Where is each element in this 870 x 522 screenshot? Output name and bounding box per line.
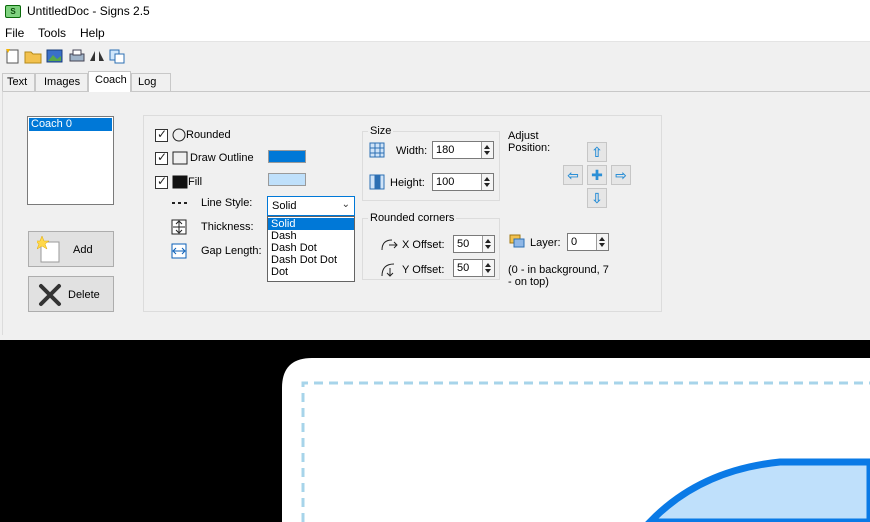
canvas-drawing [282, 358, 870, 522]
menu-file[interactable]: File [5, 26, 24, 40]
window-title: UntitledDoc - Signs 2.5 [27, 4, 150, 18]
toolbar [0, 43, 870, 71]
filled-rectangle-icon [172, 175, 188, 192]
arrow-down-icon: ⇩ [591, 190, 603, 206]
dropdown-option-solid[interactable]: Solid [268, 218, 354, 230]
gap-length-label: Gap Length: [201, 245, 262, 257]
delete-icon [38, 283, 62, 310]
rounded-checkbox[interactable] [155, 127, 168, 142]
dropdown-option-dash-dot[interactable]: Dash Dot [268, 242, 354, 254]
line-style-value: Solid [272, 200, 297, 212]
delete-button[interactable]: Delete [28, 276, 114, 312]
draw-outline-label: Draw Outline [190, 152, 254, 164]
layer-value: 0 [571, 236, 578, 248]
copy-icon[interactable] [108, 47, 126, 65]
center-button[interactable]: ✚ [587, 165, 607, 185]
x-offset-value: 50 [457, 238, 470, 250]
tab-images[interactable]: Images [35, 73, 88, 91]
move-up-button[interactable]: ⇧ [587, 142, 607, 162]
center-plus-icon: ✚ [591, 167, 603, 183]
size-group-title: Size [368, 125, 394, 137]
grid-height-icon [369, 174, 385, 193]
add-button-label: Add [73, 244, 93, 256]
print-icon[interactable] [68, 47, 86, 65]
new-file-icon[interactable] [4, 47, 22, 65]
height-stepper[interactable]: 100 [432, 173, 494, 191]
y-offset-label: Y Offset: [402, 264, 445, 276]
width-label: Width: [396, 145, 428, 157]
rounded-label: Rounded [186, 129, 231, 141]
list-item[interactable]: Coach 0 [29, 118, 112, 131]
thickness-icon [171, 219, 187, 238]
move-left-button[interactable]: ⇦ [563, 165, 583, 185]
add-icon [34, 235, 63, 266]
dashed-line-icon [171, 196, 187, 213]
app-icon: S [5, 5, 21, 18]
y-offset-icon [380, 260, 400, 281]
x-offset-stepper[interactable]: 50 [453, 235, 495, 253]
gap-length-icon [171, 243, 187, 262]
chevron-down-icon[interactable]: ⌄ [342, 199, 350, 210]
mirror-icon[interactable] [88, 47, 106, 65]
y-offset-spin-buttons[interactable] [482, 260, 494, 276]
menu-bar [0, 22, 870, 42]
grid-width-icon [369, 142, 385, 161]
layer-hint: (0 - in background, 7 - on top) [508, 264, 609, 288]
x-offset-icon [380, 236, 400, 255]
line-style-select[interactable]: Solid ⌄ [267, 196, 355, 216]
outline-color-swatch[interactable] [268, 150, 306, 163]
move-right-button[interactable]: ⇨ [611, 165, 631, 185]
open-folder-icon[interactable] [24, 47, 42, 65]
width-stepper[interactable]: 180 [432, 141, 494, 159]
dropdown-option-dash-dot-dot[interactable]: Dash Dot Dot [268, 254, 354, 266]
tab-text[interactable]: Text [2, 73, 35, 91]
dropdown-option-dot[interactable]: Dot [268, 266, 354, 278]
thickness-label: Thickness: [201, 221, 254, 233]
arrow-right-icon: ⇨ [615, 167, 627, 183]
rounded-corners-title: Rounded corners [368, 212, 457, 224]
draw-outline-checkbox[interactable] [155, 150, 168, 165]
x-offset-label: X Offset: [402, 239, 445, 251]
layer-label: Layer: [530, 237, 561, 249]
tab-log[interactable]: Log [131, 73, 171, 91]
menu-help[interactable]: Help [80, 26, 105, 40]
height-spin-buttons[interactable] [481, 174, 493, 190]
height-label: Height: [390, 177, 425, 189]
layer-stepper[interactable]: 0 [567, 233, 609, 251]
rectangle-outline-icon [172, 151, 188, 168]
circle-icon [172, 128, 186, 145]
y-offset-stepper[interactable]: 50 [453, 259, 495, 277]
fill-color-swatch[interactable] [268, 173, 306, 186]
dropdown-option-dash[interactable]: Dash [268, 230, 354, 242]
adjust-position-label: Adjust Position: [508, 130, 551, 154]
x-offset-spin-buttons[interactable] [482, 236, 494, 252]
image-icon[interactable] [46, 47, 64, 65]
width-spin-buttons[interactable] [481, 142, 493, 158]
layers-icon [509, 234, 525, 251]
move-down-button[interactable]: ⇩ [587, 188, 607, 208]
fill-label: Fill [188, 176, 203, 188]
height-value: 100 [436, 176, 455, 188]
y-offset-value: 50 [457, 262, 470, 274]
design-canvas[interactable] [0, 340, 870, 522]
arrow-left-icon: ⇦ [567, 167, 579, 183]
delete-button-label: Delete [68, 289, 100, 301]
add-button[interactable]: Add [28, 231, 114, 267]
layer-spin-buttons[interactable] [596, 234, 608, 250]
width-value: 180 [436, 144, 455, 156]
tab-coach[interactable]: Coach [88, 71, 131, 92]
line-style-label: Line Style: [201, 197, 253, 209]
coach-list[interactable]: Coach 0 [27, 116, 114, 205]
menu-tools[interactable]: Tools [38, 26, 66, 40]
arrow-up-icon: ⇧ [591, 144, 603, 160]
line-style-dropdown[interactable]: Solid Dash Dash Dot Dash Dot Dot Dot [267, 216, 355, 282]
fill-checkbox[interactable] [155, 174, 168, 189]
